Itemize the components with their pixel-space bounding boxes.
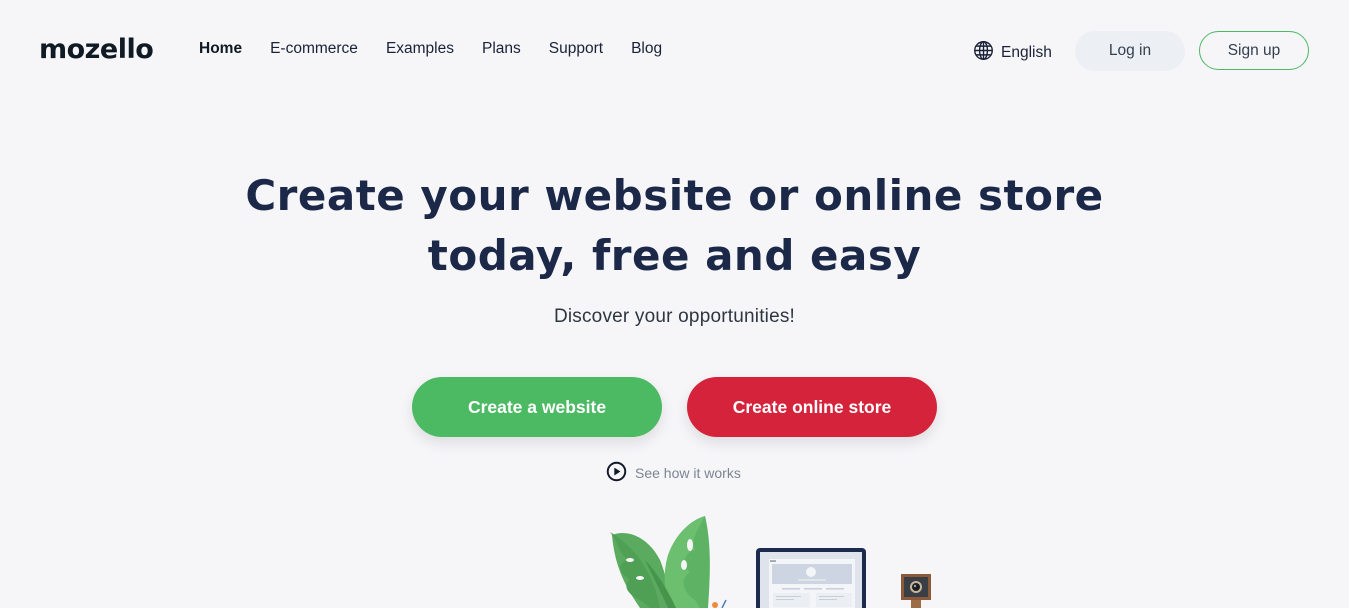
pencil-cup: [712, 599, 727, 608]
hero-illustration: [610, 516, 931, 608]
monstera-plant: [610, 516, 710, 608]
laptop-mockup: [756, 548, 866, 608]
vintage-camera: [901, 574, 931, 608]
